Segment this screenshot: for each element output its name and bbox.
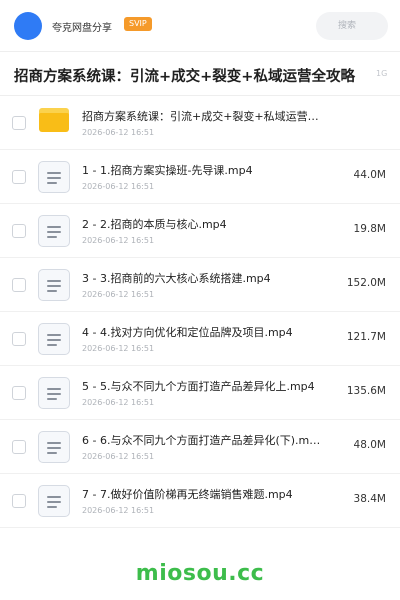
select-checkbox[interactable] (12, 224, 26, 238)
select-checkbox[interactable] (12, 116, 26, 130)
list-item[interactable]: 6 - 6.与众不同九个方面打造产品差异化(下).mp4 2026-06-12 … (0, 420, 400, 474)
file-size: 135.6M (346, 385, 386, 397)
page-title: 招商方案系统课：引流+成交+裂变+私域运营全攻略 (14, 69, 355, 85)
file-date: 2026-06-12 16:51 (82, 452, 155, 461)
select-checkbox[interactable] (12, 494, 26, 508)
list-item[interactable]: 7 - 7.做好价值阶梯再无终端销售难题.mp4 2026-06-12 16:5… (0, 474, 400, 528)
video-file-icon (38, 485, 70, 517)
video-file-icon (38, 269, 70, 301)
select-checkbox[interactable] (12, 170, 26, 184)
list-item[interactable]: 4 - 4.找对方向优化和定位品牌及项目.mp4 2026-06-12 16:5… (0, 312, 400, 366)
file-size: 121.7M (346, 331, 386, 343)
file-name: 5 - 5.与众不同九个方面打造产品差异化上.mp4 (82, 380, 315, 393)
file-size: 48.0M (353, 439, 386, 451)
search-input[interactable]: 搜索 (316, 12, 388, 40)
list-item[interactable]: 1 - 1.招商方案实操班-先导课.mp4 2026-06-12 16:51 4… (0, 150, 400, 204)
file-list: 招商方案系统课：引流+成交+裂变+私域运营全攻略 2026-06-12 16:5… (0, 96, 400, 528)
video-file-icon (38, 377, 70, 409)
file-size: 44.0M (353, 169, 386, 181)
video-file-icon (38, 161, 70, 193)
video-file-icon (38, 323, 70, 355)
file-size: 38.4M (353, 493, 386, 505)
file-name: 2 - 2.招商的本质与核心.mp4 (82, 218, 227, 231)
file-name: 6 - 6.与众不同九个方面打造产品差异化(下).mp4 (82, 434, 322, 447)
list-item[interactable]: 3 - 3.招商前的六大核心系统搭建.mp4 2026-06-12 16:51 … (0, 258, 400, 312)
file-date: 2026-06-12 16:51 (82, 236, 155, 245)
file-name: 1 - 1.招商方案实操班-先导课.mp4 (82, 164, 253, 177)
select-checkbox[interactable] (12, 440, 26, 454)
file-date: 2026-06-12 16:51 (82, 128, 155, 137)
video-file-icon (38, 431, 70, 463)
select-checkbox[interactable] (12, 278, 26, 292)
watermark-text: miosou.cc (135, 561, 265, 586)
file-name: 招商方案系统课：引流+成交+裂变+私域运营全攻略 (82, 110, 322, 123)
file-date: 2026-06-12 16:51 (82, 506, 155, 515)
video-file-icon (38, 215, 70, 247)
file-date: 2026-06-12 16:51 (82, 182, 155, 191)
header-bar: 夸克网盘分享 SVIP 搜索 (0, 0, 400, 52)
avatar[interactable] (14, 12, 42, 40)
list-item[interactable]: 招商方案系统课：引流+成交+裂变+私域运营全攻略 2026-06-12 16:5… (0, 96, 400, 150)
list-item[interactable]: 5 - 5.与众不同九个方面打造产品差异化上.mp4 2026-06-12 16… (0, 366, 400, 420)
file-size: 19.8M (353, 223, 386, 235)
file-size: 152.0M (346, 277, 386, 289)
footer: miosou.cc (0, 548, 400, 600)
file-date: 2026-06-12 16:51 (82, 344, 155, 353)
svip-badge: SVIP (124, 17, 152, 31)
select-checkbox[interactable] (12, 332, 26, 346)
file-date: 2026-06-12 16:51 (82, 290, 155, 299)
folder-icon (39, 108, 69, 132)
share-title-row: 招商方案系统课：引流+成交+裂变+私域运营全攻略 1G (0, 52, 400, 96)
file-name: 4 - 4.找对方向优化和定位品牌及项目.mp4 (82, 326, 293, 339)
file-name: 7 - 7.做好价值阶梯再无终端销售难题.mp4 (82, 488, 293, 501)
total-size: 1G (376, 69, 388, 78)
file-name: 3 - 3.招商前的六大核心系统搭建.mp4 (82, 272, 271, 285)
share-owner-name: 夸克网盘分享 (52, 23, 112, 34)
select-checkbox[interactable] (12, 386, 26, 400)
file-date: 2026-06-12 16:51 (82, 398, 155, 407)
list-item[interactable]: 2 - 2.招商的本质与核心.mp4 2026-06-12 16:51 19.8… (0, 204, 400, 258)
